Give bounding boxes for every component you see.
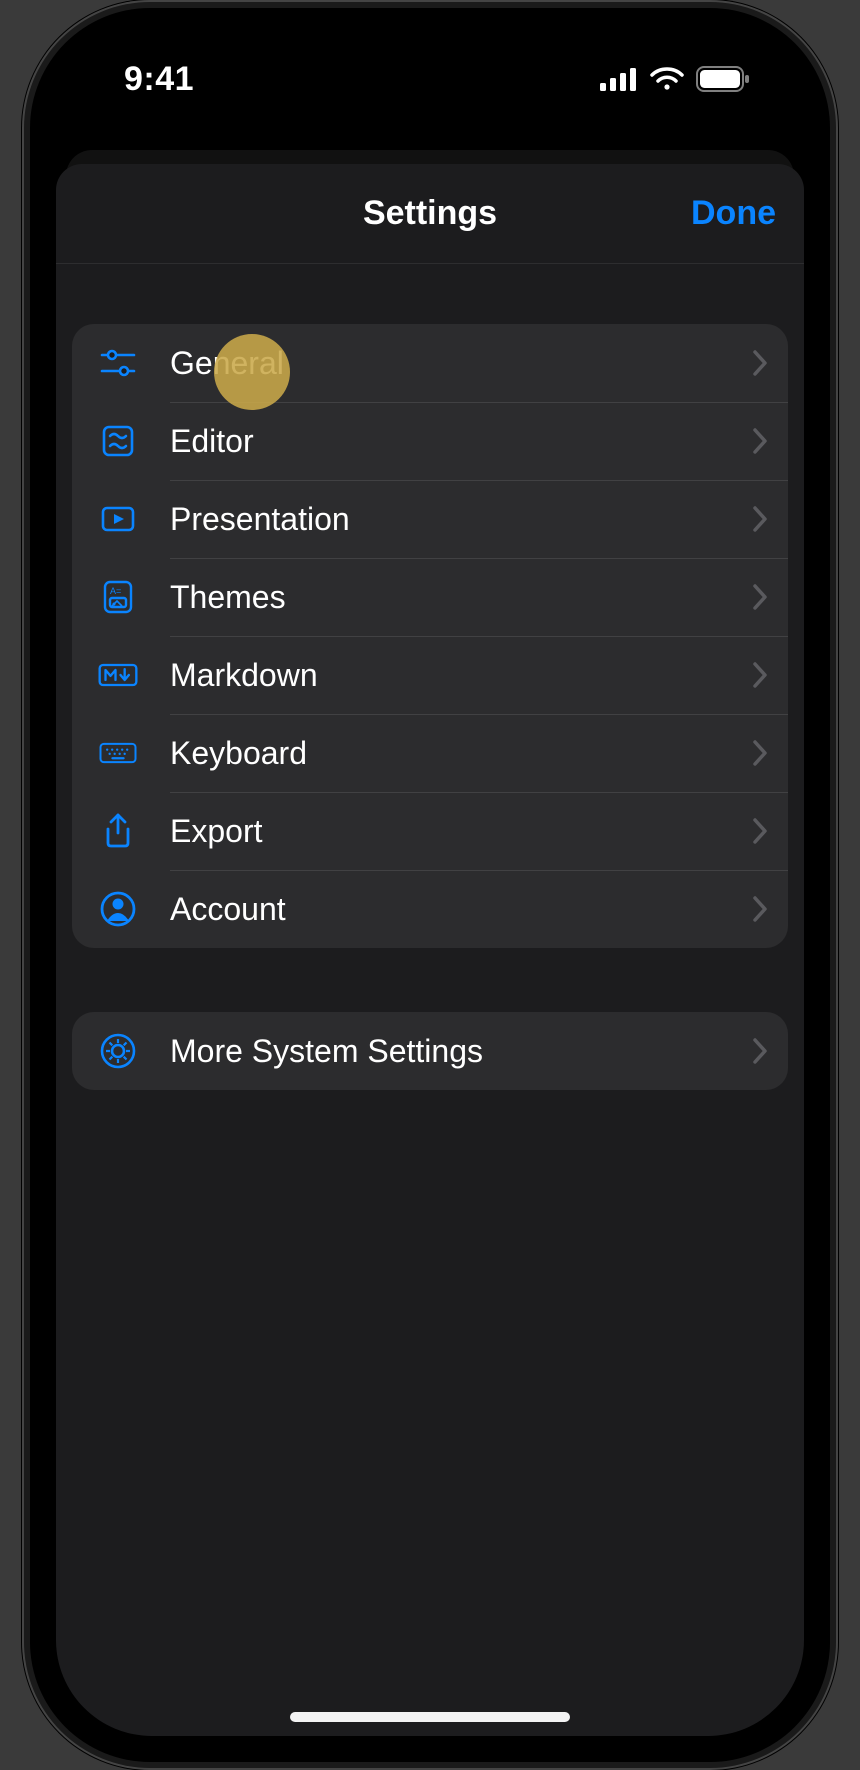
settings-group-system: More System Settings xyxy=(72,1012,788,1090)
chevron-right-icon xyxy=(752,895,768,923)
device-frame: 9:41 xyxy=(30,8,830,1762)
settings-row-label: Themes xyxy=(146,579,752,616)
home-indicator[interactable] xyxy=(290,1712,570,1722)
cellular-icon xyxy=(600,67,638,91)
settings-row-export[interactable]: Export xyxy=(72,792,788,870)
chevron-right-icon xyxy=(752,583,768,611)
settings-sheet: Settings Done xyxy=(56,164,804,1736)
status-icons xyxy=(600,66,750,92)
settings-row-keyboard[interactable]: Keyboard xyxy=(72,714,788,792)
settings-row-label: Markdown xyxy=(146,657,752,694)
chevron-right-icon xyxy=(752,505,768,533)
settings-row-label: Presentation xyxy=(146,501,752,538)
settings-row-label: General xyxy=(146,345,752,382)
settings-row-label: Keyboard xyxy=(146,735,752,772)
account-icon xyxy=(90,889,146,929)
chevron-right-icon xyxy=(752,661,768,689)
editor-icon xyxy=(90,421,146,461)
gear-icon xyxy=(90,1031,146,1071)
markdown-icon xyxy=(90,655,146,695)
settings-row-presentation[interactable]: Presentation xyxy=(72,480,788,558)
presentation-icon xyxy=(90,499,146,539)
settings-row-markdown[interactable]: Markdown xyxy=(72,636,788,714)
page-title: Settings xyxy=(363,194,497,233)
chevron-right-icon xyxy=(752,349,768,377)
settings-group-main: General Editor xyxy=(72,324,788,948)
done-button[interactable]: Done xyxy=(691,164,776,263)
sliders-icon xyxy=(90,343,146,383)
wifi-icon xyxy=(650,67,684,91)
themes-icon: A= xyxy=(90,577,146,617)
battery-icon xyxy=(696,66,750,92)
settings-content: General Editor xyxy=(56,264,804,1090)
chevron-right-icon xyxy=(752,427,768,455)
settings-row-label: Editor xyxy=(146,423,752,460)
keyboard-icon xyxy=(90,733,146,773)
export-icon xyxy=(90,811,146,851)
settings-row-editor[interactable]: Editor xyxy=(72,402,788,480)
settings-row-account[interactable]: Account xyxy=(72,870,788,948)
settings-row-label: Account xyxy=(146,891,752,928)
chevron-right-icon xyxy=(752,1037,768,1065)
svg-text:A=: A= xyxy=(110,586,121,596)
status-time: 9:41 xyxy=(124,60,194,99)
settings-row-label: Export xyxy=(146,813,752,850)
status-bar: 9:41 xyxy=(56,34,804,124)
chevron-right-icon xyxy=(752,817,768,845)
chevron-right-icon xyxy=(752,739,768,767)
screen: 9:41 xyxy=(56,34,804,1736)
sheet-header: Settings Done xyxy=(56,164,804,264)
settings-row-more-system[interactable]: More System Settings xyxy=(72,1012,788,1090)
settings-row-label: More System Settings xyxy=(146,1033,752,1070)
settings-row-general[interactable]: General xyxy=(72,324,788,402)
settings-row-themes[interactable]: A= Themes xyxy=(72,558,788,636)
